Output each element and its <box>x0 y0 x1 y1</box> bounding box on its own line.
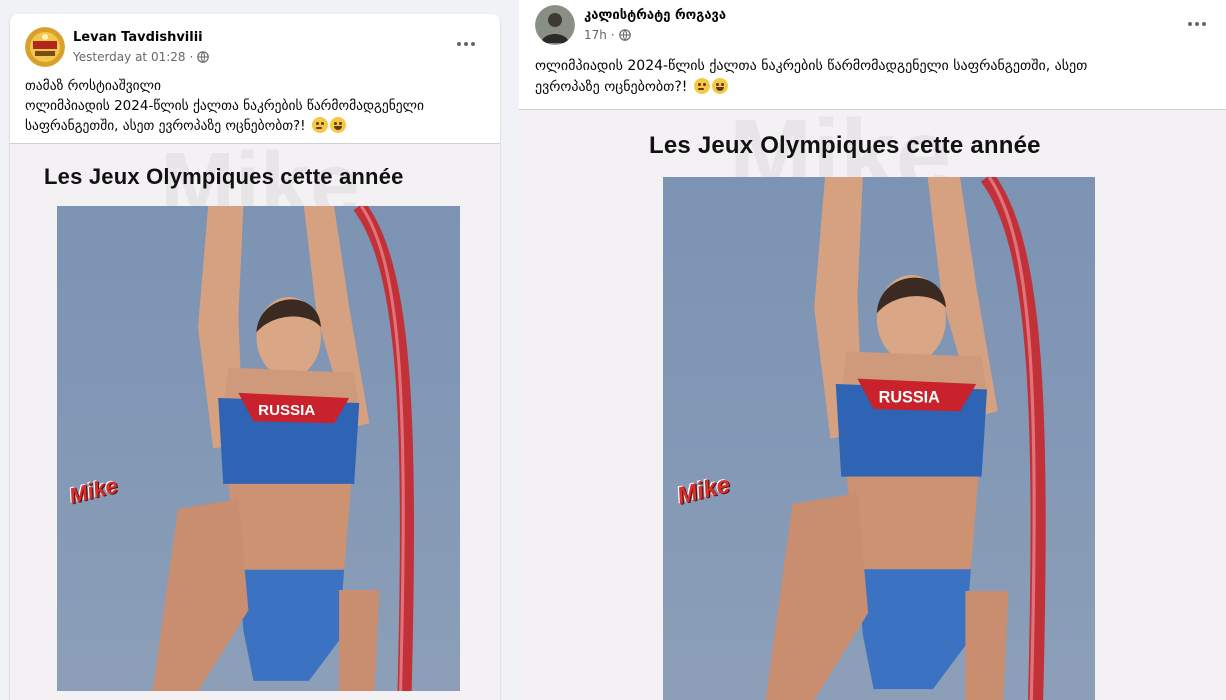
post-image[interactable]: Mike Les Jeux Olympiques cette année RUS… <box>519 110 1226 700</box>
post-text-line: თამაზ როსტიაშვილი <box>25 78 161 94</box>
post-text: ოლიმპიადის 2024-წლის ქალთა ნაკრების წარმ… <box>535 56 1215 98</box>
globe-icon <box>197 51 210 63</box>
meta-separator: · <box>189 50 194 64</box>
more-options-icon[interactable] <box>1183 14 1211 34</box>
post-text: თამაზ როსტიაშვილი ოლიმპიადის 2024-წლის ქ… <box>25 76 490 136</box>
globe-icon <box>618 29 631 41</box>
athlete-illustration: RUSSIA <box>152 206 414 691</box>
post-text-line: ევროპაზე ოცნებობთ?! <box>535 77 1215 98</box>
meme-caption: Les Jeux Olympiques cette année <box>649 132 1041 159</box>
post-header: კალისტრატე როგავა 17h · <box>535 5 726 45</box>
grinning-face-emoji <box>711 78 728 94</box>
post-image[interactable]: Mike Les Jeux Olympiques cette année RUS… <box>10 144 500 700</box>
facebook-post-left: Levan Tavdishvilii Yesterday at 01:28 · … <box>10 14 500 700</box>
meta-separator: · <box>610 28 615 42</box>
jersey-text: RUSSIA <box>258 402 315 419</box>
avatar[interactable] <box>535 5 575 45</box>
athlete-photo: RUSSIA Mike <box>57 206 460 691</box>
thinking-face-emoji <box>311 117 328 133</box>
post-text-line: საფრანგეთში, ასეთ ევროპაზე ოცნებობთ?! <box>25 116 490 136</box>
post-text-line: ოლიმპიადის 2024-წლის ქალთა ნაკრების წარმ… <box>535 58 1088 74</box>
post-header: Levan Tavdishvilii Yesterday at 01:28 · <box>25 27 210 67</box>
grinning-face-emoji <box>329 117 346 133</box>
post-timestamp[interactable]: Yesterday at 01:28 <box>73 49 186 65</box>
avatar-photo-icon <box>535 5 575 45</box>
post-timestamp[interactable]: 17h <box>584 27 607 43</box>
jersey-text: RUSSIA <box>879 388 940 406</box>
thinking-face-emoji <box>693 78 710 94</box>
post-text-line: ოლიმპიადის 2024-წლის ქალთა ნაკრების წარმ… <box>25 98 425 114</box>
avatar[interactable] <box>25 27 65 67</box>
more-options-icon[interactable] <box>452 34 480 54</box>
author-name[interactable]: Levan Tavdishvilii <box>73 29 209 46</box>
athlete-photo: RUSSIA Mike <box>663 177 1095 700</box>
facebook-post-right: კალისტრატე როგავა 17h · ოლიმპიადის 2024-… <box>519 0 1226 700</box>
author-name[interactable]: კალისტრატე როგავა <box>584 7 726 24</box>
meme-caption: Les Jeux Olympiques cette année <box>44 164 404 189</box>
athlete-illustration: RUSSIA <box>765 177 1046 700</box>
avatar-logo-icon <box>25 27 65 67</box>
